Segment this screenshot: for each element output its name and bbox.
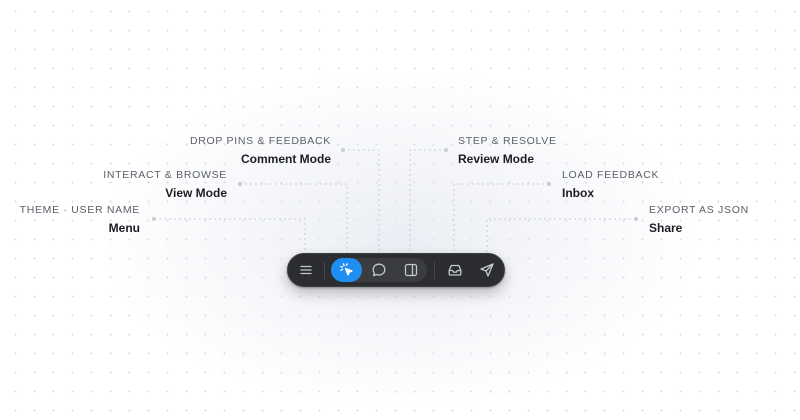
connector-menu: [154, 218, 306, 253]
cursor-click-icon: [339, 263, 353, 276]
callout-title: Review Mode: [458, 151, 535, 166]
view-mode-button[interactable]: [331, 258, 362, 282]
callout-title: View Mode: [165, 185, 227, 200]
connector-dot-share: [634, 217, 638, 221]
inbox-button[interactable]: [443, 258, 467, 282]
hamburger-menu-icon: [300, 265, 312, 275]
chat-bubble-icon: [372, 263, 385, 277]
share-button[interactable]: [475, 258, 499, 282]
connector-dot-view: [238, 182, 242, 186]
connector-view-mode: [240, 183, 348, 253]
connector-dot-comment: [341, 148, 345, 152]
review-mode-button[interactable]: [395, 258, 426, 282]
callout-review-mode: STEP & RESOLVE Review Mode: [458, 136, 557, 165]
menu-button[interactable]: [294, 258, 318, 282]
callout-menu: THEME · USER NAME Menu: [20, 205, 140, 234]
callout-caption: INTERACT & BROWSE: [103, 169, 227, 181]
connector-dot-inbox: [547, 182, 551, 186]
callout-comment-mode: DROP PINS & FEEDBACK Comment Mode: [190, 136, 331, 165]
callout-caption: EXPORT AS JSON: [649, 204, 749, 216]
callout-share: EXPORT AS JSON Share: [649, 205, 749, 234]
connector-dot-menu: [152, 217, 156, 221]
mode-switcher: [331, 258, 427, 282]
callout-title: Share: [649, 220, 683, 235]
connector-dot-review: [444, 148, 448, 152]
callout-caption: LOAD FEEDBACK: [562, 169, 660, 181]
callout-caption: STEP & RESOLVE: [458, 135, 557, 147]
connector-share: [486, 218, 636, 253]
connector-review-mode: [409, 149, 446, 253]
inbox-tray-icon: [448, 264, 462, 276]
callout-caption: THEME · USER NAME: [19, 204, 140, 216]
toolbar-divider: [324, 262, 325, 279]
callout-title: Inbox: [562, 185, 594, 200]
comment-mode-button[interactable]: [363, 258, 394, 282]
connector-comment-mode: [343, 149, 380, 253]
callout-title: Comment Mode: [241, 151, 331, 166]
callout-title: Menu: [108, 220, 140, 235]
callout-view-mode: INTERACT & BROWSE View Mode: [103, 170, 227, 199]
paper-plane-icon: [480, 263, 494, 277]
floating-toolbar: [287, 253, 505, 287]
sidebar-panel-icon: [404, 263, 417, 277]
callout-inbox: LOAD FEEDBACK Inbox: [562, 170, 659, 199]
callout-caption: DROP PINS & FEEDBACK: [189, 135, 331, 147]
toolbar-divider: [434, 262, 435, 279]
